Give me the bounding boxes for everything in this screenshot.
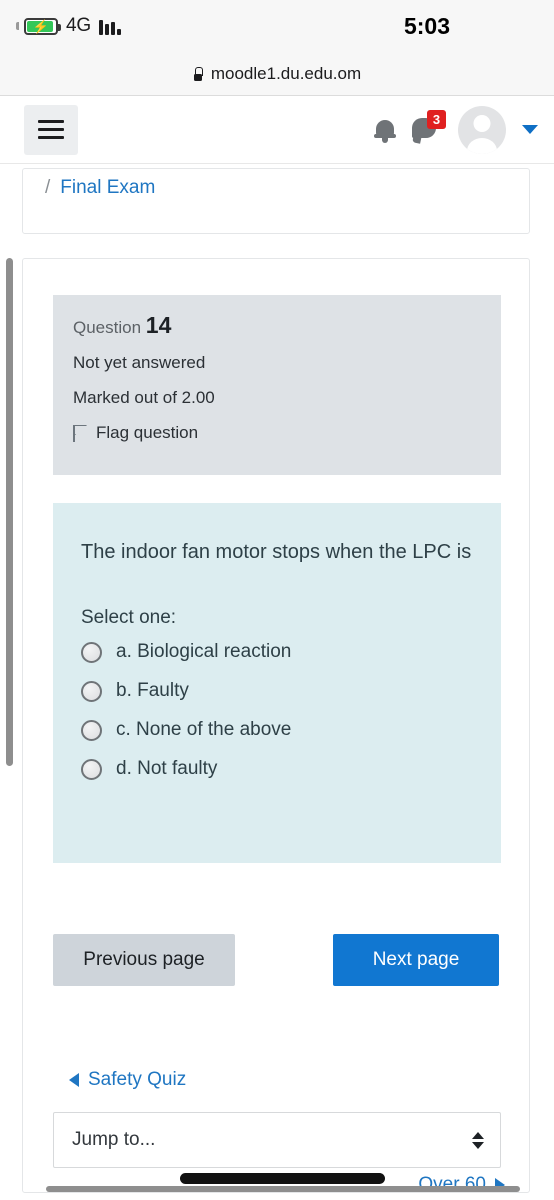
answer-option-b[interactable]: b. Faulty <box>81 680 473 702</box>
vertical-scrollbar[interactable] <box>6 258 13 766</box>
answer-option-c[interactable]: c. None of the above <box>81 719 473 741</box>
status-left-group: ⚡ 4G <box>16 15 121 37</box>
lock-icon <box>193 66 204 81</box>
triangle-left-icon <box>69 1073 79 1087</box>
user-avatar-icon[interactable] <box>458 105 506 154</box>
chevron-down-icon[interactable] <box>522 125 538 134</box>
battery-terminal-icon <box>16 22 19 30</box>
phone-status-bar: ⚡ 4G 5:03 <box>0 0 554 52</box>
status-time: 5:03 <box>403 12 451 39</box>
horizontal-scrollbar-track[interactable] <box>46 1186 520 1192</box>
url-text: moodle1.du.edu.om <box>210 63 362 83</box>
flag-icon <box>73 424 87 442</box>
select-one-prompt: Select one: <box>81 607 177 628</box>
screen: ⚡ 4G 5:03 moodle1.du.edu.om 3 / Final Ex… <box>0 0 554 1200</box>
updown-arrows-icon <box>472 1131 484 1149</box>
question-heading: Question 14 <box>73 312 481 338</box>
question-text: The indoor fan motor stops when the LPC … <box>81 541 472 563</box>
previous-page-button[interactable]: Previous page <box>53 934 235 986</box>
answer-option-d[interactable]: d. Not faulty <box>81 758 473 780</box>
breadcrumb-card: / Final Exam <box>22 168 530 234</box>
answer-option-a[interactable]: a. Biological reaction <box>81 641 473 663</box>
question-body: The indoor fan motor stops when the LPC … <box>53 503 501 863</box>
answer-label-c: c. None of the above <box>116 719 292 740</box>
question-label: Question <box>73 318 142 337</box>
radio-button-d[interactable] <box>81 758 102 780</box>
radio-button-b[interactable] <box>81 680 102 702</box>
jump-to-label: Jump to... <box>72 1129 156 1150</box>
previous-activity-label: Safety Quiz <box>88 1069 187 1090</box>
answer-options-list: a. Biological reaction b. Faulty c. None… <box>81 641 473 780</box>
moodle-navbar: 3 <box>0 96 554 164</box>
navbar-actions: 3 <box>374 105 538 154</box>
quiz-question-card: Question 14 Not yet answered Marked out … <box>22 258 530 1193</box>
network-type-label: 4G <box>66 15 91 36</box>
next-page-button[interactable]: Next page <box>333 934 499 986</box>
question-state: Not yet answered <box>73 353 206 373</box>
question-info-panel: Question 14 Not yet answered Marked out … <box>53 295 501 475</box>
signal-bars-icon <box>98 18 121 35</box>
answer-label-b: b. Faulty <box>116 680 189 701</box>
horizontal-scrollbar-thumb[interactable] <box>180 1173 385 1184</box>
browser-url-bar[interactable]: moodle1.du.edu.om <box>0 52 554 96</box>
breadcrumb-item-final-exam[interactable]: Final Exam <box>60 177 155 199</box>
hamburger-menu-icon[interactable] <box>24 104 78 155</box>
previous-activity-link[interactable]: Safety Quiz <box>69 1069 186 1091</box>
battery-charging-icon: ⚡ <box>24 17 61 35</box>
jump-to-select[interactable]: Jump to... <box>53 1112 501 1168</box>
question-marks: Marked out of 2.00 <box>73 387 215 407</box>
charging-bolt-icon: ⚡ <box>32 18 50 34</box>
question-number: 14 <box>145 312 172 338</box>
answer-label-d: d. Not faulty <box>116 758 218 779</box>
radio-button-a[interactable] <box>81 641 102 663</box>
message-bubble-icon[interactable]: 3 <box>412 109 446 145</box>
message-count-badge: 3 <box>427 109 446 129</box>
flag-question-button[interactable]: Flag question <box>73 422 481 443</box>
flag-question-label: Flag question <box>96 422 199 442</box>
breadcrumb-separator: / <box>45 177 51 198</box>
breadcrumb: / Final Exam <box>23 169 529 199</box>
answer-label-a: a. Biological reaction <box>116 641 292 662</box>
radio-button-c[interactable] <box>81 719 102 741</box>
bell-icon[interactable] <box>374 117 396 143</box>
